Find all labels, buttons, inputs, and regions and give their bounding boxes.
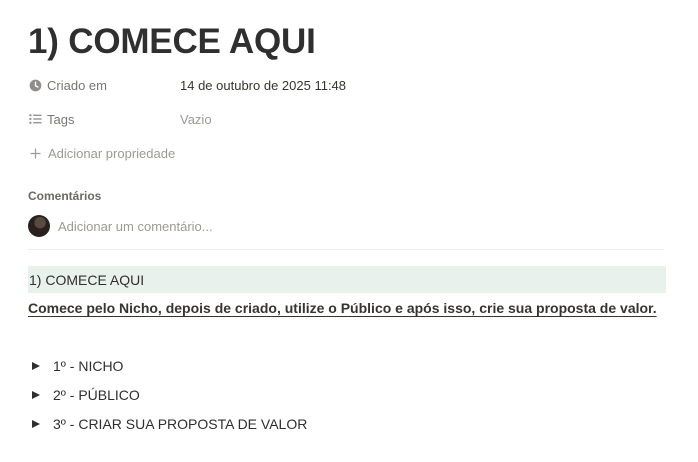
toggle-proposta[interactable]: 3º - CRIAR SUA PROPOSTA DE VALOR — [32, 413, 307, 435]
callout-text: 1) COMECE AQUI — [29, 271, 145, 288]
add-property-label: Adicionar propriedade — [48, 145, 176, 161]
toggle-label: 1º - NICHO — [53, 358, 124, 374]
callout-block[interactable]: 1) COMECE AQUI — [28, 266, 666, 293]
list-icon — [28, 112, 42, 126]
triangle-right-icon[interactable] — [32, 391, 40, 399]
property-label: Tags — [47, 111, 75, 127]
property-value[interactable]: Vazio — [180, 112, 212, 127]
property-name-created: Criado em — [28, 78, 180, 93]
page-title[interactable]: 1) COMECE AQUI — [28, 22, 316, 62]
plus-icon — [28, 148, 42, 159]
property-tags[interactable]: Tags Vazio — [28, 107, 668, 131]
toggle-nicho[interactable]: 1º - NICHO — [32, 355, 123, 377]
clock-icon — [28, 78, 42, 92]
add-property-button[interactable]: Adicionar propriedade — [28, 141, 175, 165]
property-value: 14 de outubro de 2025 11:48 — [180, 77, 347, 93]
avatar — [28, 215, 50, 237]
divider — [28, 249, 664, 250]
property-label: Criado em — [47, 77, 107, 93]
comment-placeholder: Adicionar um comentário... — [58, 218, 213, 234]
toggle-label: 2º - PÚBLICO — [53, 387, 140, 403]
toggle-label: 3º - CRIAR SUA PROPOSTA DE VALOR — [53, 416, 308, 432]
comment-input[interactable]: Adicionar um comentário... — [28, 214, 213, 238]
property-name-tags: Tags — [28, 112, 180, 127]
comments-heading: Comentários — [28, 189, 102, 203]
intro-text: Comece pelo Nicho, depois de criado, uti… — [28, 300, 657, 316]
triangle-right-icon[interactable] — [32, 362, 40, 370]
toggle-publico[interactable]: 2º - PÚBLICO — [32, 384, 140, 406]
triangle-right-icon[interactable] — [32, 420, 40, 428]
property-created[interactable]: Criado em 14 de outubro de 2025 11:48 — [28, 73, 668, 97]
